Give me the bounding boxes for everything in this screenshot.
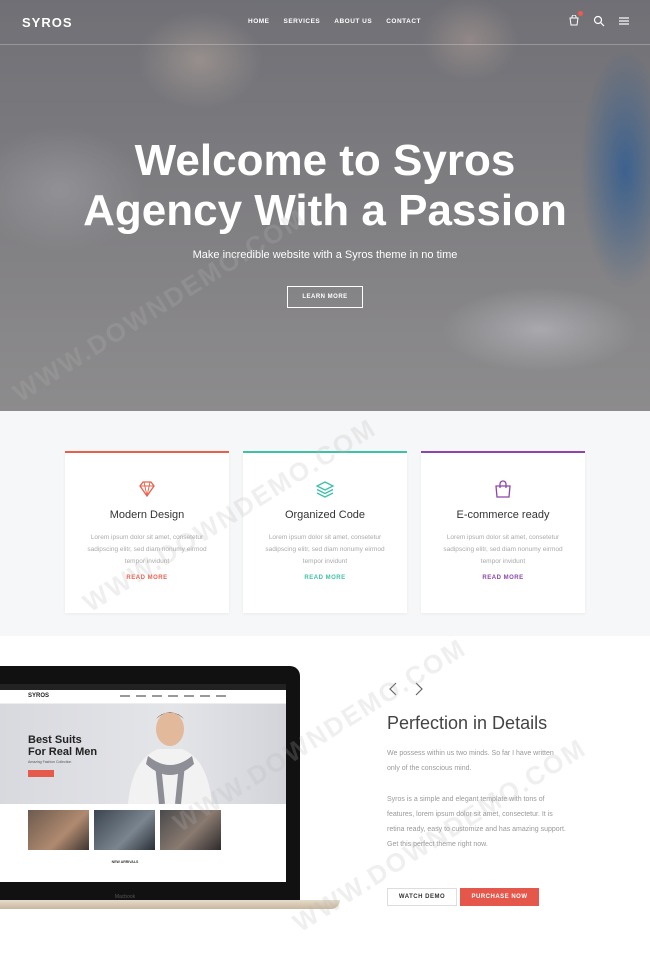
feature-card-modern-design: Modern Design Lorem ipsum dolor sit amet… [65,451,229,613]
model-image [128,712,212,804]
watch-demo-button[interactable]: WATCH DEMO [387,888,457,906]
mini-new-arrivals: NEW ARRIVALS [111,860,139,864]
laptop-screen: SYROS Best Suits For Real Men Amazing Fa… [0,684,286,882]
showcase-title: Perfection in Details [387,713,548,733]
mini-logo: SYROS [28,693,50,699]
feature-title: Modern Design [109,509,185,521]
hero-section: SYROS HOME SERVICES ABOUT US CONTACT Wel… [0,0,650,411]
chevron-right-icon[interactable] [414,682,424,696]
showcase-paragraph-2: Syros is a simple and elegant template w… [387,796,566,848]
menu-item-home[interactable]: HOME [248,18,270,25]
feature-card-organized-code: Organized Code Lorem ipsum dolor sit ame… [243,451,407,613]
feature-title: E-commerce ready [456,509,550,521]
thumbnail-3 [160,810,221,850]
menu-item-contact[interactable]: CONTACT [386,18,421,25]
menu-item-services[interactable]: SERVICES [284,18,321,25]
laptop-label: Macbook [114,894,136,900]
mini-headline: Best Suits For Real Men [28,734,97,758]
laptop-mockup: SYROS Best Suits For Real Men Amazing Fa… [0,666,300,906]
mini-menu [120,695,226,697]
feature-card-ecommerce-ready: E-commerce ready Lorem ipsum dolor sit a… [421,451,585,613]
site-logo[interactable]: SYROS [22,15,73,30]
nav-icons [568,11,630,27]
search-icon[interactable] [593,14,605,27]
laptop-base [0,900,340,909]
mini-headline-line-2: For Real Men [28,746,98,758]
read-more-link[interactable]: READ MORE [421,575,585,581]
features-section: Modern Design Lorem ipsum dolor sit amet… [0,411,650,636]
card-accent-bar [65,451,229,453]
hero-title: Welcome to Syros Agency With a Passion [0,136,650,236]
mini-shop-button [28,770,54,777]
mini-headline-line-1: Best Suits [28,734,82,746]
card-accent-bar [243,451,407,453]
read-more-link[interactable]: READ MORE [243,575,407,581]
thumbnail-2 [94,810,155,850]
mini-hero: Best Suits For Real Men Amazing Fashion … [0,704,286,804]
hero-title-line-1: Welcome to Syros [134,136,516,185]
hero-subtitle: Make incredible website with a Syros the… [192,249,458,261]
shopping-bag-icon [493,479,513,499]
top-navigation: SYROS HOME SERVICES ABOUT US CONTACT [0,0,650,45]
cart-badge [578,11,583,16]
purchase-now-button[interactable]: PURCHASE NOW [460,888,539,906]
mini-thumbnails [28,810,221,850]
read-more-link[interactable]: READ MORE [65,575,229,581]
main-menu: HOME SERVICES ABOUT US CONTACT [248,18,421,25]
layers-icon [315,479,335,499]
diamond-icon [137,479,157,499]
mini-nav: SYROS [0,690,286,704]
menu-icon[interactable] [618,14,630,26]
chevron-left-icon[interactable] [388,682,398,696]
feature-title: Organized Code [284,509,366,521]
card-accent-bar [421,451,585,453]
feature-text: Lorem ipsum dolor sit amet, consetetur s… [265,534,385,565]
menu-item-about-us[interactable]: ABOUT US [334,18,372,25]
feature-text: Lorem ipsum dolor sit amet, consetetur s… [87,534,207,565]
thumbnail-1 [28,810,89,850]
slider-arrows [388,682,424,696]
mini-tagline: Amazing Fashion Collection [28,760,72,764]
cart-icon[interactable] [568,11,583,26]
feature-text: Lorem ipsum dolor sit amet, consetetur s… [443,534,563,565]
learn-more-button[interactable]: LEARN MORE [287,286,363,308]
showcase-paragraph-1: We possess within us two minds. So far I… [387,750,554,772]
showcase-section: SYROS Best Suits For Real Men Amazing Fa… [0,636,650,960]
hero-title-line-2: Agency With a Passion [83,186,567,235]
